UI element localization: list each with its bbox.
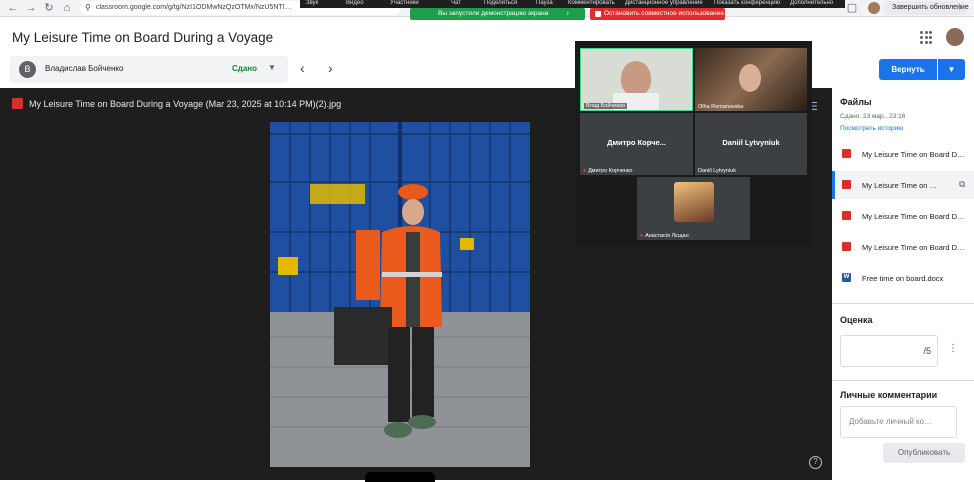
file-name: My Leisure Time on Board D… bbox=[862, 243, 965, 252]
student-avatar: В bbox=[19, 61, 36, 78]
participant-label: Влад Бойченко bbox=[584, 103, 627, 109]
image-file-icon bbox=[12, 98, 23, 109]
file-item-selected[interactable]: My Leisure Time on … ⧉ bbox=[832, 171, 974, 199]
page-title: My Leisure Time on Board During a Voyage bbox=[12, 30, 274, 45]
back-icon[interactable]: ← bbox=[6, 1, 20, 15]
help-icon[interactable]: ? bbox=[809, 456, 822, 469]
divider bbox=[832, 303, 974, 304]
forward-icon[interactable]: → bbox=[24, 1, 38, 15]
site-info-icon[interactable]: ⚲ bbox=[85, 1, 91, 15]
student-selector[interactable]: В Владислав Бойченко Сдано ▼ bbox=[10, 56, 288, 83]
toolbar-audio[interactable]: Звук bbox=[306, 0, 318, 7]
open-in-new-icon[interactable]: ⧉ bbox=[959, 179, 965, 190]
file-item[interactable]: My Leisure Time on Board D… bbox=[832, 233, 974, 261]
viewer-file-title: My Leisure Time on Board During a Voyage… bbox=[29, 99, 342, 109]
viewer-zoom-controls[interactable] bbox=[365, 472, 435, 482]
file-item[interactable]: My Leisure Time on Board D… bbox=[832, 202, 974, 230]
screen-share-notice: Вы запустили демонстрацию экрана ♪ bbox=[410, 8, 585, 20]
toolbar-participants[interactable]: Участники bbox=[390, 0, 419, 7]
mic-off-icon: ♦ bbox=[640, 233, 644, 239]
participant-video bbox=[621, 61, 651, 95]
toolbar-remote-control[interactable]: Дистанционное управление bbox=[625, 0, 703, 7]
more-vert-icon: ⋮ bbox=[956, 4, 963, 11]
url-text: classroom.google.com/g/tg/NzI1ODMwNzQzOT… bbox=[96, 4, 292, 11]
toolbar-more[interactable]: Дополнительно bbox=[790, 0, 833, 7]
previous-student-icon[interactable]: ‹ bbox=[300, 60, 305, 76]
file-item[interactable]: W Free time on board.docx bbox=[832, 264, 974, 292]
participant-tile[interactable]: Olha Romanovska bbox=[695, 48, 807, 111]
more-vert-icon[interactable]: ⋮ bbox=[948, 343, 958, 354]
participant-tile[interactable]: ♦ Анастасія Лєщан bbox=[637, 177, 750, 240]
file-name: My Leisure Time on Board D… bbox=[862, 150, 965, 159]
file-name: My Leisure Time on Board D… bbox=[862, 212, 965, 221]
files-header: Файлы bbox=[840, 97, 872, 107]
chevron-down-icon[interactable]: ▼ bbox=[268, 63, 276, 72]
apps-grid-icon[interactable] bbox=[920, 31, 934, 45]
update-browser-button[interactable]: Завершить обновление ⋮ bbox=[884, 1, 969, 15]
participant-label: Дмитро Корченко bbox=[588, 168, 633, 174]
participant-avatar bbox=[674, 182, 714, 222]
file-name: Free time on board.docx bbox=[862, 274, 944, 283]
grade-max: /5 bbox=[923, 346, 931, 356]
return-dropdown-icon[interactable]: ▼ bbox=[938, 59, 965, 80]
word-file-icon: W bbox=[842, 273, 851, 282]
toolbar-show-meeting[interactable]: Показать конференцию bbox=[714, 0, 780, 7]
return-button[interactable]: Вернуть bbox=[879, 59, 937, 80]
reload-icon[interactable]: ↻ bbox=[42, 1, 56, 15]
photo-illustration bbox=[270, 122, 530, 467]
grade-header: Оценка bbox=[840, 315, 873, 325]
participant-face bbox=[739, 64, 761, 92]
image-file-icon bbox=[842, 211, 851, 220]
home-icon[interactable]: ⌂ bbox=[60, 1, 74, 15]
stop-share-label: Остановить совместное использование bbox=[604, 10, 724, 17]
avatar[interactable] bbox=[946, 28, 964, 46]
private-comment-input[interactable]: Добавьте личный ко… bbox=[840, 406, 957, 438]
browser-profile-avatar[interactable] bbox=[868, 2, 880, 14]
participant-label: Olha Romanovska bbox=[698, 104, 744, 110]
toolbar-chat[interactable]: Чат bbox=[451, 0, 461, 7]
stop-share-button[interactable]: Остановить совместное использование bbox=[590, 8, 725, 20]
view-history-link[interactable]: Посмотреть историю bbox=[840, 125, 903, 132]
participant-tile[interactable]: Дмитро Корче... ♦ Дмитро Корченко bbox=[580, 113, 693, 175]
submitted-time: Сдано: 23 мар., 23:16 bbox=[840, 113, 906, 120]
extensions-icon[interactable]: ▢ bbox=[845, 1, 859, 15]
toolbar-pause[interactable]: Пауза bbox=[536, 0, 553, 7]
file-item[interactable]: My Leisure Time on Board D… bbox=[832, 140, 974, 168]
toolbar-video[interactable]: Видео bbox=[346, 0, 364, 7]
submitted-photo bbox=[270, 122, 530, 467]
toolbar-share[interactable]: Поделиться bbox=[484, 0, 517, 7]
participant-tile[interactable]: Daniil Lytvyniuk Daniil Lytvyniuk bbox=[695, 113, 807, 175]
image-file-icon bbox=[842, 242, 851, 251]
grade-input[interactable]: /5 bbox=[840, 335, 938, 367]
student-name: Владислав Бойченко bbox=[45, 64, 124, 73]
participant-name: Дмитро Корче... bbox=[607, 137, 666, 147]
publish-button[interactable]: Опубликовать bbox=[883, 443, 965, 463]
mic-off-icon: ♦ bbox=[583, 168, 587, 174]
participant-label: Daniil Lytvyniuk bbox=[698, 168, 737, 174]
participant-label: Анастасія Лєщан bbox=[645, 233, 689, 239]
video-meeting-panel: Влад Бойченко Olha Romanovska Дмитро Кор… bbox=[575, 41, 812, 246]
divider bbox=[832, 380, 974, 381]
file-name: My Leisure Time on … bbox=[862, 181, 938, 190]
next-student-icon[interactable]: › bbox=[328, 60, 333, 76]
toolbar-annotate[interactable]: Комментировать bbox=[568, 0, 615, 7]
screen-share-notice-text: Вы запустили демонстрацию экрана bbox=[438, 10, 549, 17]
private-comments-header: Личные комментарии bbox=[840, 390, 938, 400]
image-file-icon bbox=[842, 180, 851, 189]
status-badge: Сдано bbox=[232, 64, 258, 73]
participant-name: Daniil Lytvyniuk bbox=[722, 137, 780, 147]
share-mic-icon[interactable]: ♪ bbox=[566, 8, 569, 20]
participant-tile[interactable]: Влад Бойченко bbox=[580, 48, 693, 111]
meeting-toolbar: Звук Видео Участники Чат Поделиться Пауз… bbox=[300, 0, 845, 8]
image-file-icon bbox=[842, 149, 851, 158]
